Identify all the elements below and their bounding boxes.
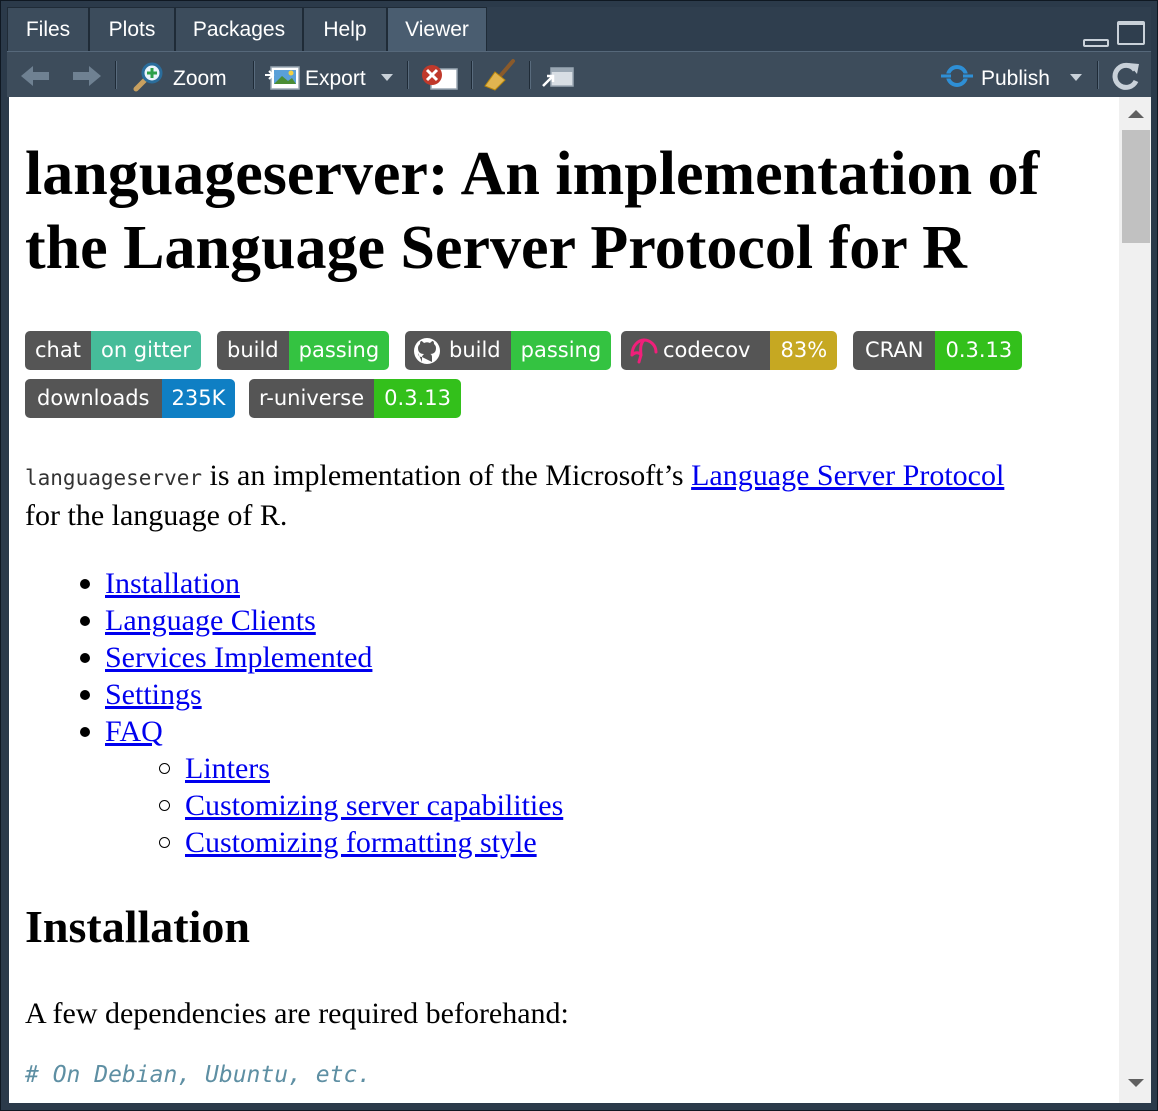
- list-item: Linters: [25, 750, 563, 787]
- badge-label: codecov: [663, 338, 751, 362]
- scroll-up-arrow-icon[interactable]: [1128, 110, 1144, 118]
- circle-bullet-icon: [159, 763, 170, 774]
- bullet-icon: [80, 579, 90, 589]
- toc-link-language-clients[interactable]: Language Clients: [105, 604, 316, 637]
- list-item: FAQ: [25, 713, 563, 750]
- toc-link-server-capabilities[interactable]: Customizing server capabilities: [185, 789, 563, 822]
- code-comment: # On Debian, Ubuntu, etc.: [25, 1062, 372, 1088]
- tab-viewer[interactable]: Viewer: [387, 7, 487, 51]
- list-item: Customizing server capabilities: [25, 787, 563, 824]
- publish-icon[interactable]: [939, 63, 975, 89]
- toolbar-separator: [253, 61, 255, 89]
- maximize-pane-icon[interactable]: [1117, 21, 1145, 45]
- badge-label: build: [449, 338, 501, 362]
- toolbar-separator: [529, 61, 531, 89]
- toc-link-installation[interactable]: Installation: [105, 567, 240, 600]
- viewer-pane: Files Plots Packages Help Viewer Zoom Ex…: [0, 0, 1158, 1111]
- popout-window-icon[interactable]: [541, 62, 575, 90]
- bullet-icon: [80, 690, 90, 700]
- back-arrow-icon[interactable]: [19, 63, 53, 89]
- publish-button[interactable]: Publish: [981, 52, 1050, 98]
- viewer-content[interactable]: languageserver: An implementation of the…: [9, 97, 1119, 1103]
- bullet-icon: [80, 616, 90, 626]
- badge-chat-gitter[interactable]: chat on gitter: [25, 331, 201, 370]
- clear-broom-icon[interactable]: [483, 58, 519, 92]
- tab-packages[interactable]: Packages: [175, 7, 303, 51]
- badge-label-wrap: build: [405, 331, 511, 370]
- badge-label: build: [217, 331, 289, 370]
- table-of-contents: Installation Language Clients Services I…: [25, 565, 563, 861]
- toc-link-faq[interactable]: FAQ: [105, 715, 163, 748]
- refresh-icon[interactable]: [1111, 61, 1141, 91]
- list-item: Language Clients: [25, 602, 563, 639]
- badge-value: 0.3.13: [935, 331, 1023, 370]
- circle-bullet-icon: [159, 837, 170, 848]
- pane-tab-bar: Files Plots Packages Help Viewer: [7, 7, 1151, 51]
- list-item: Services Implemented: [25, 639, 563, 676]
- page-title: languageserver: An implementation of the…: [25, 140, 1040, 282]
- badge-label: CRAN: [853, 331, 936, 370]
- badge-value: 235K: [161, 379, 236, 418]
- remove-viewer-icon[interactable]: [419, 63, 459, 91]
- lsp-link[interactable]: Language Server Protocol: [691, 459, 1004, 492]
- vertical-scrollbar[interactable]: [1119, 97, 1151, 1103]
- badge-label: downloads: [25, 379, 162, 418]
- list-item: Settings: [25, 676, 563, 713]
- toolbar-separator: [115, 61, 117, 89]
- list-item: Installation: [25, 565, 563, 602]
- tab-files[interactable]: Files: [7, 7, 89, 51]
- toolbar-separator: [407, 61, 409, 89]
- badge-build-1[interactable]: build passing: [217, 331, 390, 370]
- zoom-icon[interactable]: [131, 61, 165, 93]
- badge-label-wrap: codecov: [621, 331, 771, 370]
- export-icon[interactable]: [265, 63, 301, 91]
- toc-link-linters[interactable]: Linters: [185, 752, 270, 785]
- codecov-icon: [630, 337, 658, 363]
- list-item: Customizing formatting style: [25, 824, 563, 861]
- minimize-pane-icon[interactable]: [1083, 39, 1109, 47]
- section-heading-installation: Installation: [25, 901, 250, 952]
- badge-downloads[interactable]: downloads 235K: [25, 379, 236, 418]
- toc-link-formatting-style[interactable]: Customizing formatting style: [185, 826, 537, 859]
- badge-value: passing: [288, 331, 390, 370]
- zoom-button[interactable]: Zoom: [173, 52, 227, 98]
- chevron-down-icon[interactable]: [381, 74, 393, 82]
- badge-value: 0.3.13: [374, 379, 461, 418]
- github-icon: [414, 337, 440, 364]
- scrollbar-thumb[interactable]: [1122, 130, 1150, 243]
- toc-link-services[interactable]: Services Implemented: [105, 641, 372, 674]
- badge-build-github[interactable]: build passing: [405, 331, 612, 370]
- package-name-code: languageserver: [25, 466, 203, 490]
- badge-cran[interactable]: CRAN 0.3.13: [853, 331, 1023, 370]
- toolbar-separator: [1097, 61, 1099, 89]
- badge-value: passing: [510, 331, 612, 370]
- toc-link-settings[interactable]: Settings: [105, 678, 202, 711]
- chevron-down-icon[interactable]: [1070, 74, 1082, 82]
- badge-value: on gitter: [90, 331, 201, 370]
- tab-plots[interactable]: Plots: [89, 7, 175, 51]
- export-button[interactable]: Export: [305, 52, 366, 98]
- badge-label: chat: [25, 331, 91, 370]
- badge-codecov[interactable]: codecov 83%: [621, 331, 838, 370]
- badge-label: r-universe: [249, 379, 375, 418]
- dependencies-text: A few dependencies are required beforeha…: [25, 997, 569, 1030]
- badge-value: 83%: [770, 331, 838, 370]
- circle-bullet-icon: [159, 800, 170, 811]
- bullet-icon: [80, 727, 90, 737]
- forward-arrow-icon[interactable]: [69, 63, 103, 89]
- viewer-toolbar: Zoom Export Publish: [7, 51, 1151, 97]
- tab-help[interactable]: Help: [303, 7, 387, 51]
- intro-text-continued: for the language of R.: [25, 499, 288, 532]
- bullet-icon: [80, 653, 90, 663]
- intro-text: is an implementation of the Microsoft’s: [202, 459, 692, 492]
- scroll-down-arrow-icon[interactable]: [1128, 1079, 1144, 1087]
- toolbar-separator: [471, 61, 473, 89]
- intro-paragraph: languageserver is an implementation of t…: [25, 457, 1115, 534]
- badge-r-universe[interactable]: r-universe 0.3.13: [249, 379, 461, 418]
